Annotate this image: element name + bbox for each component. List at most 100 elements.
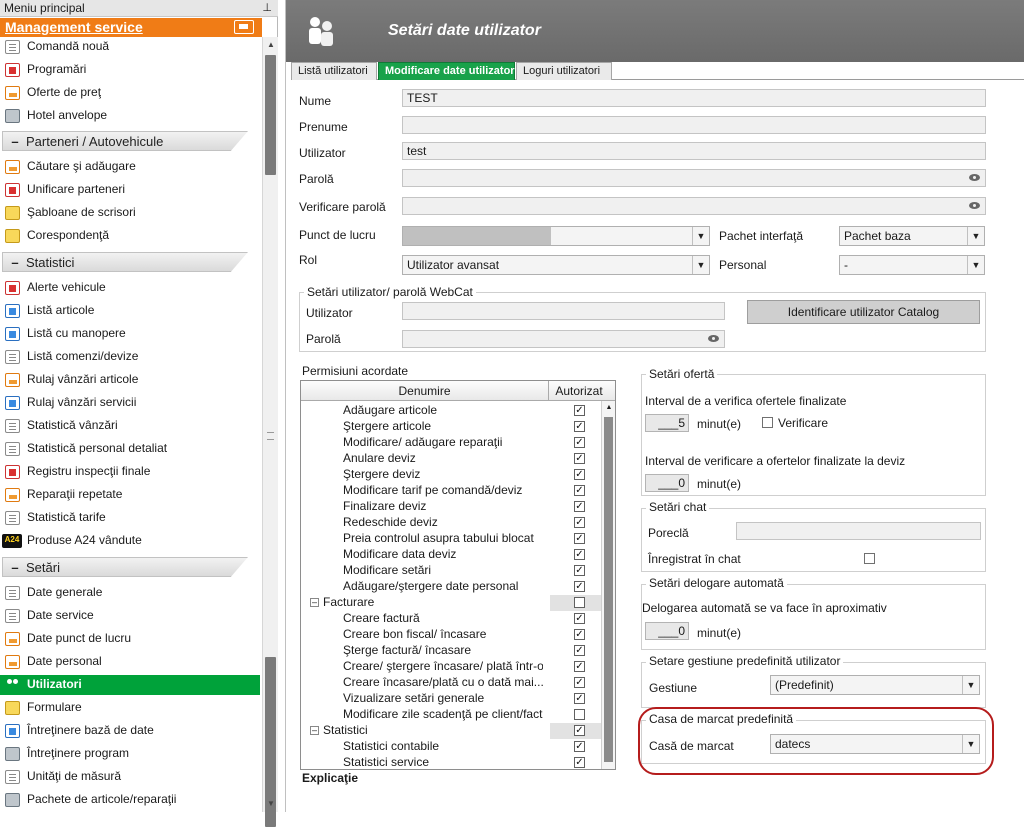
menu-item[interactable]: Statistică tarife [0,508,262,528]
menu-item[interactable]: Statistică personal detaliat [0,439,262,459]
permission-checkbox[interactable]: ✓ [574,613,585,624]
collapse-icon[interactable]: – [310,598,319,607]
chevron-down-icon[interactable]: ▼ [692,256,709,274]
menu-item[interactable]: Statistică vânzări [0,416,262,436]
menu-item[interactable]: Listă comenzi/devize [0,347,262,367]
permission-row[interactable]: Adăugare/ştergere date personal ✓ [301,579,613,595]
menu-item[interactable]: Utilizatori [0,675,260,695]
permission-checkbox[interactable]: ✓ [574,741,585,752]
menu-item[interactable]: Corespondenţă [0,226,262,246]
show-password-icon[interactable] [965,170,985,186]
permission-checkbox[interactable]: ✓ [574,693,585,704]
permission-checkbox[interactable]: ✓ [574,485,585,496]
permission-row[interactable]: Statistici service ✓ [301,755,613,769]
permission-checkbox[interactable]: ✓ [574,565,585,576]
tab-modificare-date-utilizator[interactable]: Modificare date utilizator [378,62,515,80]
menu-item[interactable]: Listă articole [0,301,262,321]
permission-checkbox[interactable]: ✓ [574,645,585,656]
permission-checkbox[interactable] [574,709,585,720]
webcat-parola-input[interactable] [402,330,725,348]
menu-item[interactable]: Alerte vehicule [0,278,262,298]
permission-checkbox[interactable]: ✓ [574,405,585,416]
punct-de-lucru-select[interactable]: ▼ [402,226,710,246]
permission-checkbox[interactable]: ✓ [574,421,585,432]
menu-item[interactable]: A24 Produse A24 vândute [0,531,262,551]
permission-group-row[interactable]: – Statistici ✓ [301,723,613,739]
column-header-autorizat[interactable]: Autorizat [550,381,608,401]
permission-row[interactable]: Anulare deviz ✓ [301,451,613,467]
pachet-interfata-select[interactable]: Pachet baza ▼ [839,226,985,246]
oferta-interval-deviz-stepper[interactable]: ___0 [645,474,689,492]
permission-checkbox[interactable]: ✓ [574,501,585,512]
section-parteneri[interactable]: – Parteneri / Autovehicule [2,131,255,153]
rol-select[interactable]: Utilizator avansat ▼ [402,255,710,275]
permission-checkbox[interactable]: ✓ [574,533,585,544]
nume-input[interactable]: TEST [402,89,986,107]
menu-item[interactable]: Listă cu manopere [0,324,262,344]
menu-item[interactable]: Programări [0,60,262,80]
menu-item[interactable]: Hotel anvelope [0,106,262,126]
delogare-stepper[interactable]: ___0 [645,622,689,640]
webcat-utilizator-input[interactable] [402,302,725,320]
chevron-down-icon[interactable]: ▼ [962,676,979,694]
permission-checkbox[interactable]: ✓ [574,581,585,592]
menu-item[interactable]: Date personal [0,652,262,672]
section-statistici[interactable]: – Statistici [2,252,255,274]
menu-item[interactable]: Căutare şi adăugare [0,157,262,177]
show-password-webcat-icon[interactable] [704,331,724,347]
scrollbar-thumb[interactable] [265,55,276,175]
permission-row[interactable]: Ştergere deviz ✓ [301,467,613,483]
menu-item[interactable]: Rulaj vânzări servicii [0,393,262,413]
menu-item[interactable]: Oferte de preţ [0,83,262,103]
prenume-input[interactable] [402,116,986,134]
permission-row[interactable]: Creare bon fiscal/ încasare ✓ [301,627,613,643]
show-password-confirm-icon[interactable] [965,198,985,214]
collapse-icon[interactable]: – [10,134,20,149]
menu-item[interactable]: Comandă nouă [0,37,262,57]
menu-item[interactable]: Reparaţii repetate [0,485,262,505]
scroll-up-icon[interactable]: ▲ [602,401,615,415]
menu-item[interactable]: Date generale [0,583,262,603]
permission-row[interactable]: Ştergere articole ✓ [301,419,613,435]
personal-select[interactable]: - ▼ [839,255,985,275]
section-management-service[interactable]: Management service [0,18,262,37]
scroll-up-icon[interactable]: ▲ [263,37,279,53]
permission-checkbox[interactable]: ✓ [574,549,585,560]
oferta-interval-stepper[interactable]: ___5 [645,414,689,432]
chat-porecla-input[interactable] [736,522,981,540]
permission-checkbox[interactable] [574,597,585,608]
utilizator-input[interactable]: test [402,142,986,160]
permission-checkbox[interactable]: ✓ [574,437,585,448]
permission-row[interactable]: Vizualizare setări generale ✓ [301,691,613,707]
section-setari[interactable]: – Setări [2,557,255,579]
permissions-scrollbar[interactable]: ▲ [601,401,615,769]
chevron-down-icon[interactable]: ▼ [967,227,984,245]
identificare-utilizator-catalog-button[interactable]: Identificare utilizator Catalog [747,300,980,324]
menu-item[interactable]: Registru inspecţii finale [0,462,262,482]
permission-row[interactable]: Creare încasare/plată cu o dată mai... ✓ [301,675,613,691]
column-header-denumire[interactable]: Denumire [301,381,549,401]
chat-inregistrat-checkbox[interactable] [864,553,875,564]
menu-item[interactable]: Date service [0,606,262,626]
permission-row[interactable]: Adăugare articole ✓ [301,403,613,419]
menu-item[interactable]: Unificare parteneri [0,180,262,200]
chevron-down-icon[interactable]: ▼ [692,227,709,245]
permission-checkbox[interactable]: ✓ [574,453,585,464]
oferta-verificare-checkbox[interactable] [762,417,773,428]
permission-checkbox[interactable]: ✓ [574,469,585,480]
permission-row[interactable]: Modificare tarif pe comandă/deviz ✓ [301,483,613,499]
permission-row[interactable]: Şterge factură/ încasare ✓ [301,643,613,659]
permission-row[interactable]: Modificare/ adăugare reparaţii ✓ [301,435,613,451]
menu-item[interactable]: Întreţinere bază de date [0,721,262,741]
permission-checkbox[interactable]: ✓ [574,629,585,640]
permission-checkbox[interactable]: ✓ [574,661,585,672]
tab-loguri-utilizatori[interactable]: Loguri utilizatori [516,62,612,80]
menu-item[interactable]: Pachete de articole/reparaţii [0,790,262,810]
collapse-icon[interactable]: – [10,255,20,270]
permission-row[interactable]: Modificare zile scadenţă pe client/factu… [301,707,613,723]
parola-input[interactable] [402,169,986,187]
menu-item[interactable]: Unităţi de măsură [0,767,262,787]
menu-item[interactable]: Şabloane de scrisori [0,203,262,223]
scroll-down-icon[interactable]: ▼ [263,796,279,812]
verificare-parola-input[interactable] [402,197,986,215]
